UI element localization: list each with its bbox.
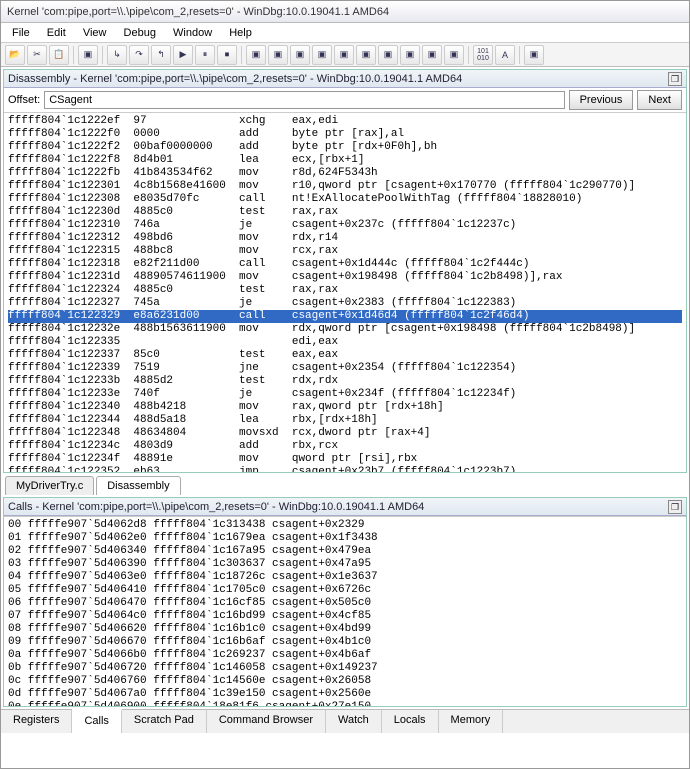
tab-calls[interactable]: Calls — [72, 709, 121, 733]
window3-icon[interactable]: ▣ — [290, 45, 310, 65]
callstack-line[interactable]: 03 fffffe907`5d406390 fffff804`1c303637 … — [8, 558, 682, 571]
disassembly-listing[interactable]: fffff804`1c1222ef 97 xchg eax,edifffff80… — [4, 112, 686, 472]
tab-disassembly[interactable]: Disassembly — [96, 476, 180, 495]
step-into-icon[interactable]: ↳ — [107, 45, 127, 65]
disassembly-title-text: Disassembly - Kernel 'com:pipe,port=\\.\… — [8, 70, 462, 88]
window4-icon[interactable]: ▣ — [312, 45, 332, 65]
calls-listing[interactable]: 00 fffffe907`5d4062d8 fffff804`1c313438 … — [4, 516, 686, 706]
disasm-line[interactable]: fffff804`1c122337 85c0 test eax,eax — [8, 349, 682, 362]
callstack-line[interactable]: 00 fffffe907`5d4062d8 fffff804`1c313438 … — [8, 519, 682, 532]
menu-debug[interactable]: Debug — [117, 23, 163, 43]
tab-locals[interactable]: Locals — [382, 710, 439, 733]
disasm-line[interactable]: fffff804`1c122310 746a je csagent+0x237c… — [8, 219, 682, 232]
disasm-line[interactable]: fffff804`1c122327 745a je csagent+0x2383… — [8, 297, 682, 310]
disasm-line[interactable]: fffff804`1c12230d 4885c0 test rax,rax — [8, 206, 682, 219]
menubar: File Edit View Debug Window Help — [1, 23, 689, 43]
disasm-line[interactable]: fffff804`1c12231d 48890574611900 mov csa… — [8, 271, 682, 284]
disasm-line[interactable]: fffff804`1c122348 48634804 movsxd rcx,dw… — [8, 427, 682, 440]
calls-title-text: Calls - Kernel 'com:pipe,port=\\.\pipe\c… — [8, 498, 424, 516]
step-out-icon[interactable]: ↰ — [151, 45, 171, 65]
disasm-line[interactable]: fffff804`1c122329 e8a6231d00 call csagen… — [8, 310, 682, 323]
step-over-icon[interactable]: ↷ — [129, 45, 149, 65]
window-title: Kernel 'com:pipe,port=\\.\pipe\com_2,res… — [1, 1, 689, 23]
tab-mydrivertry[interactable]: MyDriverTry.c — [5, 476, 94, 495]
toolbar: 📂 ✂ 📋 ▣ ↳ ↷ ↰ ▶ ⏸ ⏹ ▣ ▣ ▣ ▣ ▣ ▣ ▣ ▣ ▣ ▣ … — [1, 43, 689, 67]
disasm-line[interactable]: fffff804`1c1222fb 41b843534f62 mov r8d,6… — [8, 167, 682, 180]
offset-input[interactable] — [44, 91, 564, 109]
menu-edit[interactable]: Edit — [40, 23, 73, 43]
window6-icon[interactable]: ▣ — [356, 45, 376, 65]
disasm-line[interactable]: fffff804`1c122335 edi,eax — [8, 336, 682, 349]
disasm-line[interactable]: fffff804`1c122340 488b4218 mov rax,qword… — [8, 401, 682, 414]
source-tabstrip: MyDriverTry.c Disassembly — [1, 471, 689, 495]
tab-watch[interactable]: Watch — [326, 710, 382, 733]
disassembly-pane: Disassembly - Kernel 'com:pipe,port=\\.\… — [3, 69, 687, 473]
callstack-line[interactable]: 0d fffffe907`5d4067a0 fffff804`1c39e150 … — [8, 688, 682, 701]
callstack-line[interactable]: 0c fffffe907`5d406760 fffff804`1c14560e … — [8, 675, 682, 688]
disassembly-restore-icon[interactable]: ❐ — [668, 72, 682, 86]
copy-icon[interactable]: 📋 — [49, 45, 69, 65]
disasm-line[interactable]: fffff804`1c122344 488d5a18 lea rbx,[rdx+… — [8, 414, 682, 427]
menu-help[interactable]: Help — [222, 23, 259, 43]
disasm-line[interactable]: fffff804`1c12233b 4885d2 test rdx,rdx — [8, 375, 682, 388]
command-icon[interactable]: ▣ — [78, 45, 98, 65]
tab-scratch-pad[interactable]: Scratch Pad — [122, 710, 207, 733]
disasm-line[interactable]: fffff804`1c1222ef 97 xchg eax,edi — [8, 115, 682, 128]
disasm-line[interactable]: fffff804`1c122312 498bd6 mov rdx,r14 — [8, 232, 682, 245]
window10-icon[interactable]: ▣ — [444, 45, 464, 65]
window7-icon[interactable]: ▣ — [378, 45, 398, 65]
disasm-line[interactable]: fffff804`1c1222f8 8d4b01 lea ecx,[rbx+1] — [8, 154, 682, 167]
disasm-line[interactable]: fffff804`1c12234f 48891e mov qword ptr [… — [8, 453, 682, 466]
offset-label: Offset: — [8, 94, 40, 106]
menu-file[interactable]: File — [5, 23, 37, 43]
font-icon[interactable]: A — [495, 45, 515, 65]
callstack-line[interactable]: 01 fffffe907`5d4062e0 fffff804`1c1679ea … — [8, 532, 682, 545]
callstack-line[interactable]: 08 fffffe907`5d406620 fffff804`1c16b1c0 … — [8, 623, 682, 636]
disasm-line[interactable]: fffff804`1c122339 7519 jne csagent+0x235… — [8, 362, 682, 375]
save-icon[interactable]: ✂ — [27, 45, 47, 65]
callstack-line[interactable]: 07 fffffe907`5d4064c0 fffff804`1c16bd99 … — [8, 610, 682, 623]
tab-registers[interactable]: Registers — [1, 710, 72, 733]
callstack-line[interactable]: 0a fffffe907`5d4066b0 fffff804`1c269237 … — [8, 649, 682, 662]
window5-icon[interactable]: ▣ — [334, 45, 354, 65]
window1-icon[interactable]: ▣ — [246, 45, 266, 65]
bottom-tabstrip: Registers Calls Scratch Pad Command Brow… — [1, 709, 689, 733]
disasm-line[interactable]: fffff804`1c122324 4885c0 test rax,rax — [8, 284, 682, 297]
open-icon[interactable]: 📂 — [5, 45, 25, 65]
window2-icon[interactable]: ▣ — [268, 45, 288, 65]
stop-icon[interactable]: ⏹ — [217, 45, 237, 65]
disasm-line[interactable]: fffff804`1c122315 488bc8 mov rcx,rax — [8, 245, 682, 258]
tab-command-browser[interactable]: Command Browser — [207, 710, 326, 733]
previous-button[interactable]: Previous — [569, 90, 634, 110]
callstack-line[interactable]: 0e fffffe907`5d406900 fffff804`18e81f6 c… — [8, 701, 682, 706]
disasm-line[interactable]: fffff804`1c122301 4c8b1568e41600 mov r10… — [8, 180, 682, 193]
window8-icon[interactable]: ▣ — [400, 45, 420, 65]
menu-view[interactable]: View — [76, 23, 114, 43]
disasm-line[interactable]: fffff804`1c1222f0 0000 add byte ptr [rax… — [8, 128, 682, 141]
calls-restore-icon[interactable]: ❐ — [668, 500, 682, 514]
break-icon[interactable]: ⏸ — [195, 45, 215, 65]
callstack-line[interactable]: 06 fffffe907`5d406470 fffff804`1c16cf85 … — [8, 597, 682, 610]
calls-title-bar: Calls - Kernel 'com:pipe,port=\\.\pipe\c… — [4, 498, 686, 516]
callstack-line[interactable]: 02 fffffe907`5d406340 fffff804`1c167a95 … — [8, 545, 682, 558]
menu-window[interactable]: Window — [166, 23, 219, 43]
disasm-line[interactable]: fffff804`1c12232e 488b1563611900 mov rdx… — [8, 323, 682, 336]
callstack-line[interactable]: 09 fffffe907`5d406670 fffff804`1c16b6af … — [8, 636, 682, 649]
disasm-line[interactable]: fffff804`1c122308 e8035d70fc call nt!ExA… — [8, 193, 682, 206]
callstack-line[interactable]: 0b fffffe907`5d406720 fffff804`1c146058 … — [8, 662, 682, 675]
callstack-line[interactable]: 04 fffffe907`5d4063e0 fffff804`1c18726c … — [8, 571, 682, 584]
disasm-line[interactable]: fffff804`1c12233e 740f je csagent+0x234f… — [8, 388, 682, 401]
callstack-line[interactable]: 05 fffffe907`5d406410 fffff804`1c1705c0 … — [8, 584, 682, 597]
disassembly-title-bar: Disassembly - Kernel 'com:pipe,port=\\.\… — [4, 70, 686, 88]
window9-icon[interactable]: ▣ — [422, 45, 442, 65]
disasm-line[interactable]: fffff804`1c1222f2 00baf0000000 add byte … — [8, 141, 682, 154]
calls-pane: Calls - Kernel 'com:pipe,port=\\.\pipe\c… — [3, 497, 687, 707]
next-button[interactable]: Next — [637, 90, 682, 110]
binary-icon[interactable]: 101010 — [473, 45, 493, 65]
options-icon[interactable]: ▣ — [524, 45, 544, 65]
disasm-line[interactable]: fffff804`1c12234c 4803d9 add rbx,rcx — [8, 440, 682, 453]
disasm-line[interactable]: fffff804`1c122318 e82f211d00 call csagen… — [8, 258, 682, 271]
run-icon[interactable]: ▶ — [173, 45, 193, 65]
tab-memory[interactable]: Memory — [439, 710, 504, 733]
